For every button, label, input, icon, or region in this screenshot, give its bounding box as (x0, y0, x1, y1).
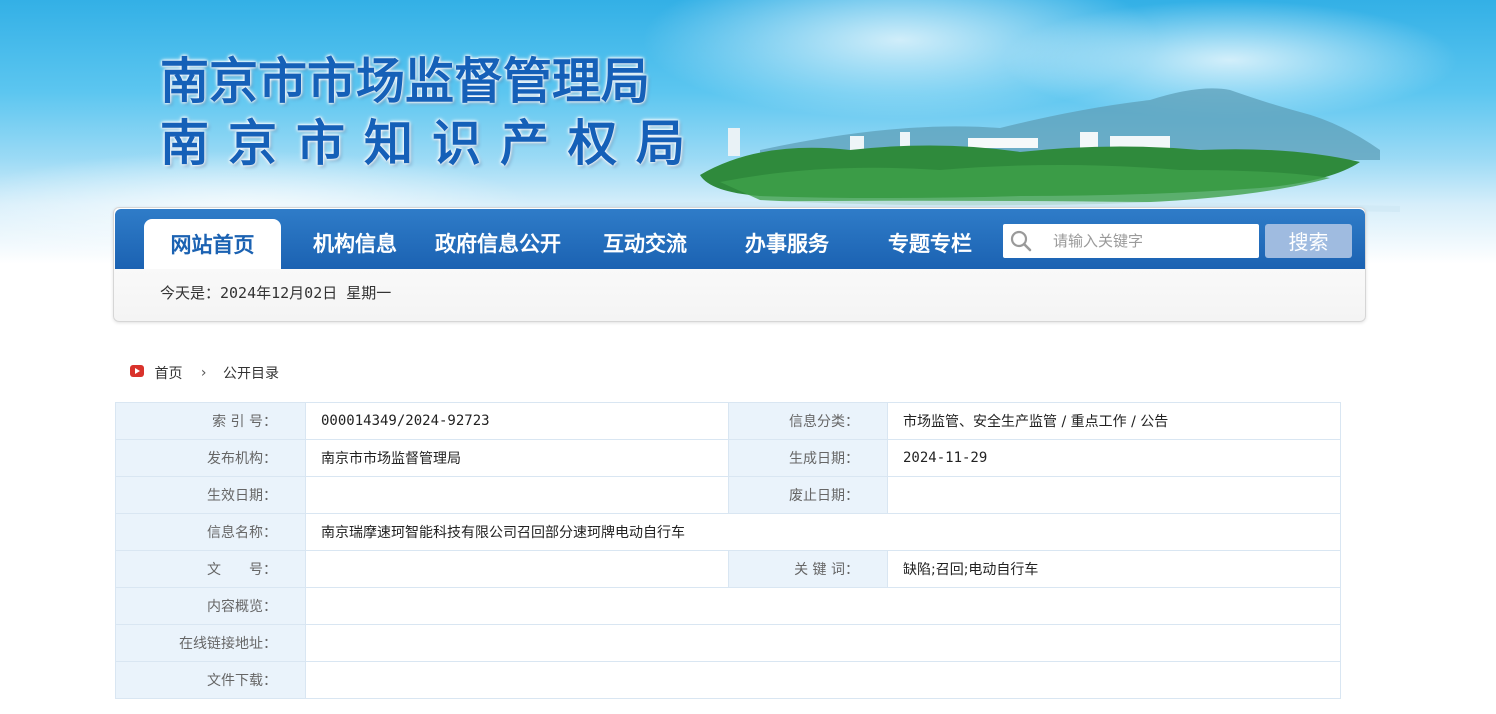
breadcrumb-current-link[interactable]: 公开目录 (223, 366, 279, 382)
search-icon (1010, 230, 1032, 256)
category-label: 信息分类： (728, 402, 888, 440)
online-link-label: 在线链接地址： (115, 624, 306, 662)
online-link-value (305, 624, 1341, 662)
info-name-value: 南京瑞摩速珂智能科技有限公司召回部分速珂牌电动自行车 (305, 513, 1341, 551)
nav-special-topics[interactable]: 专题专栏 (870, 209, 990, 269)
breadcrumb: 首页 › 公开目录 (130, 363, 279, 383)
table-row: 内容概览： (115, 587, 1341, 625)
file-download-label: 文件下载： (115, 661, 306, 699)
publisher-value: 南京市市场监督管理局 (305, 439, 729, 477)
main-nav: 网站首页 机构信息 政府信息公开 互动交流 办事服务 专题专栏 搜索 (115, 209, 1365, 269)
breadcrumb-separator: › (200, 365, 207, 381)
site-title-line2: 南京市知识产权局 (160, 114, 705, 172)
index-value: 000014349/2024-92723 (305, 402, 729, 440)
table-row: 信息名称： 南京瑞摩速珂智能科技有限公司召回部分速珂牌电动自行车 (115, 513, 1341, 551)
play-home-icon (130, 365, 144, 381)
category-value: 市场监管、安全生产监管 / 重点工作 / 公告 (887, 402, 1341, 440)
effective-date-value (305, 476, 729, 514)
table-row: 生效日期： 废止日期： (115, 476, 1341, 514)
info-metadata-table: 索 引 号： 000014349/2024-92723 信息分类： 市场监管、安… (115, 402, 1341, 699)
search-button[interactable]: 搜索 (1265, 224, 1352, 258)
keywords-value: 缺陷;召回;电动自行车 (887, 550, 1341, 588)
nav-government-disclosure[interactable]: 政府信息公开 (427, 209, 569, 269)
keywords-label: 关 键 词： (728, 550, 888, 588)
document-number-label: 文 号： (115, 550, 306, 588)
summary-label: 内容概览： (115, 587, 306, 625)
abolished-date-value (887, 476, 1341, 514)
nav-services[interactable]: 办事服务 (727, 209, 847, 269)
table-row: 在线链接地址： (115, 624, 1341, 662)
search-field (1003, 224, 1263, 258)
info-name-label: 信息名称： (115, 513, 306, 551)
publisher-label: 发布机构： (115, 439, 306, 477)
effective-date-label: 生效日期： (115, 476, 306, 514)
nav-home[interactable]: 网站首页 (144, 219, 281, 269)
nav-organization-info[interactable]: 机构信息 (295, 209, 415, 269)
created-date-value: 2024-11-29 (887, 439, 1341, 477)
current-date: 今天是：2024年12月02日 星期一 (160, 284, 392, 302)
index-label: 索 引 号： (115, 402, 306, 440)
summary-value (305, 587, 1341, 625)
breadcrumb-home-link[interactable]: 首页 (154, 366, 182, 382)
site-title-line1: 南京市市场监督管理局 (160, 52, 651, 110)
nav-interaction[interactable]: 互动交流 (585, 209, 705, 269)
table-row: 发布机构： 南京市市场监督管理局 生成日期： 2024-11-29 (115, 439, 1341, 477)
search-input[interactable] (1041, 224, 1263, 258)
table-row: 索 引 号： 000014349/2024-92723 信息分类： 市场监管、安… (115, 402, 1341, 440)
created-date-label: 生成日期： (728, 439, 888, 477)
table-row: 文件下载： (115, 661, 1341, 699)
document-number-value (305, 550, 729, 588)
file-download-value (305, 661, 1341, 699)
table-row: 文 号： 关 键 词： 缺陷;召回;电动自行车 (115, 550, 1341, 588)
abolished-date-label: 废止日期： (728, 476, 888, 514)
